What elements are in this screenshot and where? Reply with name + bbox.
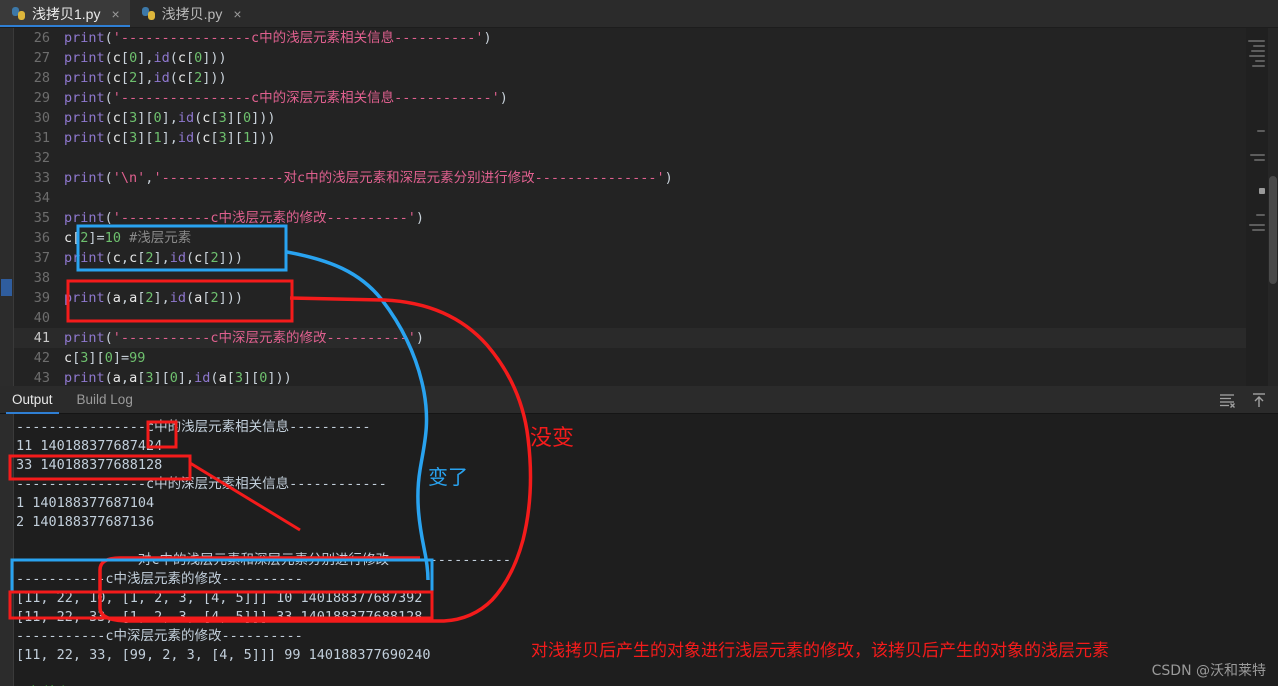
code-line-text: print(a,a[3][0],id(a[3][0])) (64, 370, 292, 386)
line-number: 26 (33, 30, 50, 46)
output-line: 33 140188377688128 (16, 457, 163, 473)
scrollbar-thumb[interactable] (1269, 176, 1277, 284)
scroll-to-top-icon[interactable] (1250, 391, 1268, 409)
code-line[interactable]: 39 print(a,a[2],id(a[2])) (14, 288, 1246, 308)
editor-tab-label: 浅拷贝.py (161, 5, 223, 22)
line-number: 33 (33, 170, 50, 186)
code-line-text: print('-----------c中深层元素的修改----------') (64, 330, 424, 346)
editor-tab-label: 浅拷贝1.py (32, 5, 101, 22)
output-gutter (0, 414, 14, 686)
output-line: -----------c中深层元素的修改---------- (16, 628, 303, 644)
line-number: 35 (33, 210, 50, 226)
output-line: [11, 22, 33, [1, 2, 3, [4, 5]]] 33 14018… (16, 609, 423, 625)
line-number: 29 (33, 90, 50, 106)
output-panel-actions (1218, 386, 1268, 414)
code-line-text: print(c[3][1],id(c[3][1])) (64, 130, 276, 146)
ide-window: 浅拷贝1.py × 浅拷贝.py × 26 print('------------… (0, 0, 1278, 686)
code-line[interactable]: 43 print(a,a[3][0],id(a[3][0])) (14, 368, 1246, 386)
output-line: ----------------c中的浅层元素相关信息---------- (16, 419, 371, 435)
output-panel-body[interactable]: ----------------c中的浅层元素相关信息---------- 11 … (0, 414, 1278, 686)
output-line: 11 140188377687424 (16, 438, 163, 454)
line-number: 38 (33, 270, 50, 286)
output-line: 2 140188377687136 (16, 514, 155, 530)
line-number: 39 (33, 290, 50, 306)
line-number: 37 (33, 250, 50, 266)
code-line-text: c[2]=10 #浅层元素 (64, 230, 192, 246)
line-number: 28 (33, 70, 50, 86)
editor-tab-bar: 浅拷贝1.py × 浅拷贝.py × (0, 0, 1278, 28)
code-line[interactable]: 38 (14, 268, 1246, 288)
tab-build-log[interactable]: Build Log (65, 386, 145, 414)
code-editor[interactable]: 26 print('----------------c中的浅层元素相关信息----… (0, 28, 1278, 386)
code-line[interactable]: 26 print('----------------c中的浅层元素相关信息----… (14, 28, 1246, 48)
output-panel-header: Output Build Log (0, 386, 1278, 414)
code-line[interactable]: 33 print('\n','---------------对c中的浅层元素和深层… (14, 168, 1246, 188)
clear-output-icon[interactable] (1218, 391, 1236, 409)
line-number: 41 (33, 330, 50, 346)
code-line[interactable]: 32 (14, 148, 1246, 168)
line-number: 43 (33, 370, 50, 386)
code-line[interactable]: 41 print('-----------c中深层元素的修改----------'… (14, 328, 1246, 348)
code-lines[interactable]: 26 print('----------------c中的浅层元素相关信息----… (14, 28, 1246, 386)
line-number: 34 (33, 190, 50, 206)
line-number: 27 (33, 50, 50, 66)
code-line-text: print(a,a[2],id(a[2])) (64, 290, 243, 306)
code-line-text: print(c[0],id(c[0])) (64, 50, 227, 66)
editor-tab-1[interactable]: 浅拷贝.py × (130, 0, 252, 27)
line-number: 36 (33, 230, 50, 246)
gutter-marker[interactable] (1, 279, 12, 296)
output-line: [11, 22, 33, [99, 2, 3, [4, 5]]] 99 1401… (16, 647, 431, 663)
code-line-text: print('----------------c中的浅层元素相关信息------… (64, 30, 492, 46)
code-line-text: print('----------------c中的深层元素相关信息------… (64, 90, 508, 106)
tab-output[interactable]: Output (0, 386, 65, 414)
code-line[interactable]: 29 print('----------------c中的深层元素相关信息----… (14, 88, 1246, 108)
line-number: 42 (33, 350, 50, 366)
editor-minimap[interactable] (1246, 28, 1268, 386)
editor-breakpoint-gutter[interactable] (0, 28, 14, 386)
code-line[interactable]: 37 print(c,c[2],id(c[2])) (14, 248, 1246, 268)
code-line-text: print('\n','---------------对c中的浅层元素和深层元素… (64, 170, 673, 186)
code-line-text: print(c,c[2],id(c[2])) (64, 250, 243, 266)
code-line[interactable]: 28 print(c[2],id(c[2])) (14, 68, 1246, 88)
output-panel: Output Build Log ----------------c中的浅层元素… (0, 386, 1278, 686)
python-file-icon (141, 7, 155, 20)
output-line: ----------------c中的深层元素相关信息------------ (16, 476, 387, 492)
editor-vertical-scrollbar[interactable] (1268, 28, 1278, 386)
code-line[interactable]: 40 (14, 308, 1246, 328)
line-number: 32 (33, 150, 50, 166)
code-line[interactable]: 34 (14, 188, 1246, 208)
output-text: ----------------c中的浅层元素相关信息---------- 11 … (16, 418, 1278, 686)
code-line[interactable]: 35 print('-----------c中浅层元素的修改----------'… (14, 208, 1246, 228)
code-line-text: print('-----------c中浅层元素的修改----------') (64, 210, 424, 226)
code-line[interactable]: 31 print(c[3][1],id(c[3][1])) (14, 128, 1246, 148)
output-line: 1 140188377687104 (16, 495, 155, 511)
line-number: 30 (33, 110, 50, 126)
close-tab-icon[interactable]: × (111, 7, 119, 21)
code-line[interactable]: 27 print(c[0],id(c[0])) (14, 48, 1246, 68)
code-line[interactable]: 36 c[2]=10 #浅层元素 (14, 228, 1246, 248)
output-line: [11, 22, 10, [1, 2, 3, [4, 5]]] 10 14018… (16, 590, 423, 606)
code-line[interactable]: 42 c[3][0]=99 (14, 348, 1246, 368)
code-line-text: c[3][0]=99 (64, 350, 146, 366)
close-tab-icon[interactable]: × (233, 7, 241, 21)
code-line[interactable]: 30 print(c[3][0],id(c[3][0])) (14, 108, 1246, 128)
python-file-icon (12, 7, 25, 20)
output-line: ---------------对c中的浅层元素和深层元素分别进行修改------… (16, 552, 511, 568)
output-line: -----------c中浅层元素的修改---------- (16, 571, 303, 587)
editor-tab-0[interactable]: 浅拷贝1.py × (0, 0, 130, 27)
line-number: 31 (33, 130, 50, 146)
line-number: 40 (33, 310, 50, 326)
code-line-text: print(c[2],id(c[2])) (64, 70, 227, 86)
code-line-text: print(c[3][0],id(c[3][0])) (64, 110, 276, 126)
